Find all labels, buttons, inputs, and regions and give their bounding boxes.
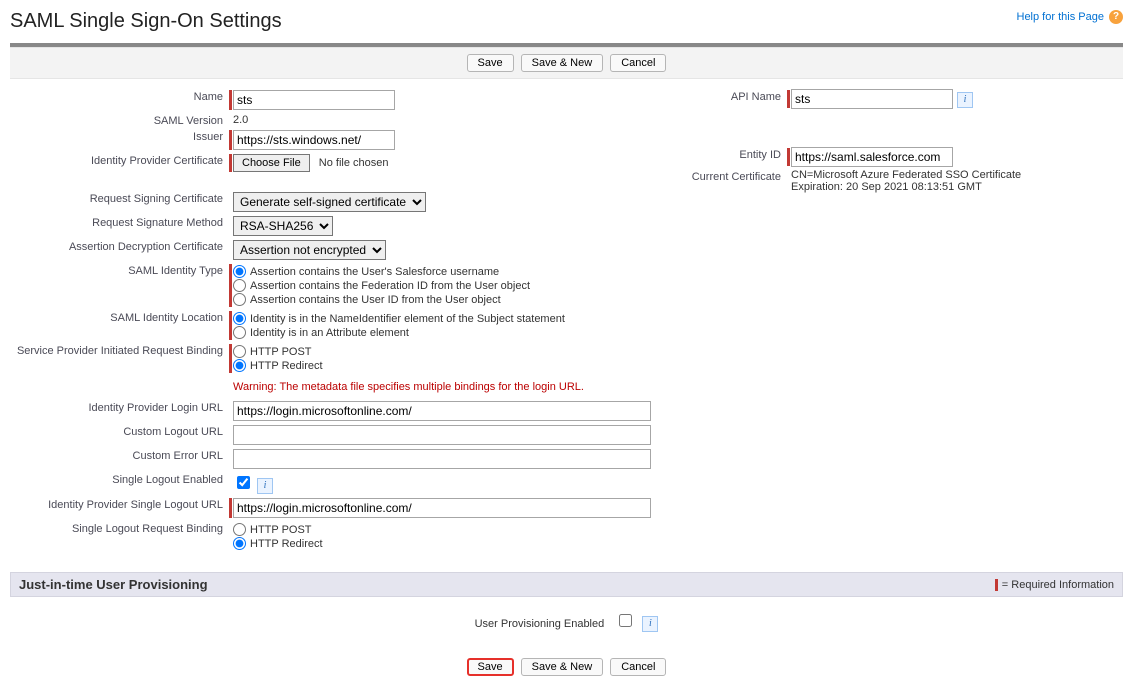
save-button-bottom[interactable]: Save — [467, 658, 514, 676]
idp-login-url-input[interactable] — [233, 401, 651, 421]
jit-enabled-label: User Provisioning Enabled — [475, 618, 605, 630]
req-sig-method-label: Request Signature Method — [10, 215, 229, 229]
req-sig-method-select[interactable]: RSA-SHA256 — [233, 216, 333, 236]
sp-bind-post-text: HTTP POST — [250, 346, 312, 358]
sp-binding-label: Service Provider Initiated Request Bindi… — [10, 343, 229, 357]
cancel-button[interactable]: Cancel — [610, 54, 666, 72]
assert-decrypt-select[interactable]: Assertion not encrypted — [233, 240, 386, 260]
current-cert-exp: Expiration: 20 Sep 2021 08:13:51 GMT — [791, 181, 1123, 193]
custom-logout-url-label: Custom Logout URL — [10, 424, 229, 438]
slo-enabled-checkbox[interactable] — [237, 476, 250, 489]
custom-error-url-input[interactable] — [233, 449, 651, 469]
slo-bind-post-radio[interactable] — [233, 523, 246, 536]
entity-id-label: Entity ID — [671, 147, 787, 161]
file-chosen-text: No file chosen — [319, 157, 389, 169]
req-sign-cert-label: Request Signing Certificate — [10, 191, 229, 205]
id-type-username-text: Assertion contains the User's Salesforce… — [250, 266, 499, 278]
jit-enabled-checkbox[interactable] — [619, 614, 632, 627]
binding-warning: Warning: The metadata file specifies mul… — [233, 381, 651, 393]
issuer-label: Issuer — [10, 129, 229, 143]
idp-slo-url-input[interactable] — [233, 498, 651, 518]
issuer-input[interactable] — [233, 130, 395, 150]
id-type-userid-text: Assertion contains the User ID from the … — [250, 294, 501, 306]
id-loc-attr-radio[interactable] — [233, 326, 246, 339]
saml-id-loc-label: SAML Identity Location — [10, 310, 229, 324]
saml-version-value: 2.0 — [233, 114, 248, 126]
info-icon[interactable]: i — [642, 616, 658, 632]
current-cert-label: Current Certificate — [671, 169, 787, 183]
slo-bind-redirect-text: HTTP Redirect — [250, 538, 323, 550]
slo-enabled-label: Single Logout Enabled — [10, 472, 229, 486]
sp-bind-post-radio[interactable] — [233, 345, 246, 358]
help-icon[interactable]: ? — [1109, 10, 1123, 24]
current-cert-cn: CN=Microsoft Azure Federated SSO Certifi… — [791, 169, 1123, 181]
bottom-button-bar: Save Save & New Cancel — [10, 650, 1123, 684]
api-name-input[interactable] — [791, 89, 953, 109]
required-info: = Required Information — [995, 579, 1114, 591]
id-type-fedid-radio[interactable] — [233, 279, 246, 292]
idp-cert-label: Identity Provider Certificate — [10, 153, 229, 167]
id-type-userid-radio[interactable] — [233, 293, 246, 306]
custom-error-url-label: Custom Error URL — [10, 448, 229, 462]
page-title: SAML Single Sign-On Settings — [10, 10, 282, 33]
saml-id-type-label: SAML Identity Type — [10, 263, 229, 277]
req-sign-cert-select[interactable]: Generate self-signed certificate — [233, 192, 426, 212]
id-loc-attr-text: Identity is in an Attribute element — [250, 327, 409, 339]
info-icon[interactable]: i — [957, 92, 973, 108]
jit-title: Just-in-time User Provisioning — [19, 577, 208, 592]
api-name-label: API Name — [671, 89, 787, 103]
slo-binding-label: Single Logout Request Binding — [10, 521, 229, 535]
top-button-bar: Save Save & New Cancel — [10, 47, 1123, 79]
custom-logout-url-input[interactable] — [233, 425, 651, 445]
id-type-fedid-text: Assertion contains the Federation ID fro… — [250, 280, 530, 292]
entity-id-input[interactable] — [791, 147, 953, 167]
id-type-username-radio[interactable] — [233, 265, 246, 278]
idp-slo-url-label: Identity Provider Single Logout URL — [10, 497, 229, 511]
name-label: Name — [10, 89, 229, 103]
save-new-button-bottom[interactable]: Save & New — [521, 658, 604, 676]
save-button[interactable]: Save — [467, 54, 514, 72]
cancel-button-bottom[interactable]: Cancel — [610, 658, 666, 676]
choose-file-button[interactable]: Choose File — [233, 154, 310, 172]
sp-bind-redirect-text: HTTP Redirect — [250, 360, 323, 372]
name-input[interactable] — [233, 90, 395, 110]
assert-decrypt-label: Assertion Decryption Certificate — [10, 239, 229, 253]
help-link[interactable]: Help for this Page — [1017, 11, 1104, 23]
slo-bind-post-text: HTTP POST — [250, 524, 312, 536]
jit-section-bar: Just-in-time User Provisioning = Require… — [10, 572, 1123, 597]
save-new-button[interactable]: Save & New — [521, 54, 604, 72]
slo-bind-redirect-radio[interactable] — [233, 537, 246, 550]
idp-login-url-label: Identity Provider Login URL — [10, 400, 229, 414]
saml-version-label: SAML Version — [10, 113, 229, 127]
id-loc-nameid-radio[interactable] — [233, 312, 246, 325]
id-loc-nameid-text: Identity is in the NameIdentifier elemen… — [250, 313, 565, 325]
info-icon[interactable]: i — [257, 478, 273, 494]
sp-bind-redirect-radio[interactable] — [233, 359, 246, 372]
